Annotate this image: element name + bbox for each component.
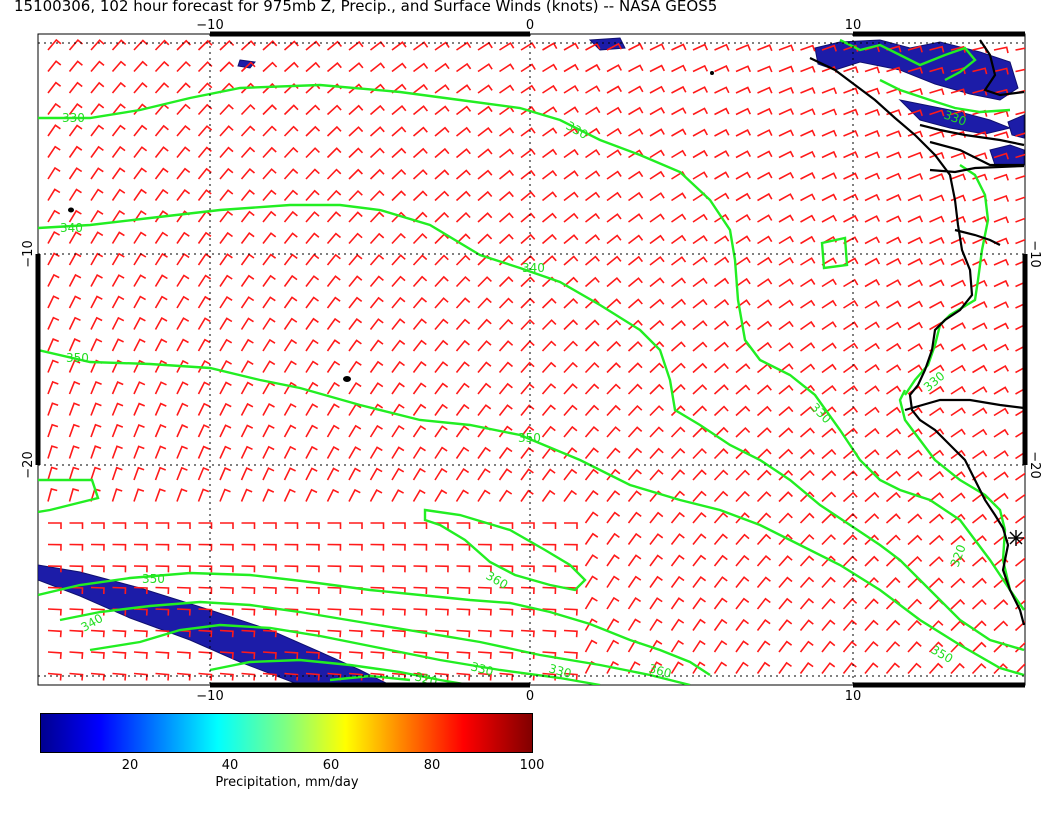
contour-label: 350 bbox=[518, 431, 541, 445]
lon-tick-top: 0 bbox=[526, 18, 534, 33]
colorbar-tick: 100 bbox=[519, 758, 545, 773]
lon-tick-bottom: −10 bbox=[196, 689, 223, 700]
lat-tick-left: −20 bbox=[21, 451, 36, 478]
lon-tick-top: 10 bbox=[845, 18, 862, 33]
lat-tick-right: −20 bbox=[1027, 451, 1042, 478]
colorbar-title: Precipitation, mm/day bbox=[215, 775, 359, 790]
contour-label: 350 bbox=[142, 572, 165, 586]
weather-map: 330 330 340 340 350 350 360 350 340 330 … bbox=[21, 18, 1042, 700]
contour-label: 330 bbox=[62, 111, 85, 125]
contour-label: 340 bbox=[522, 261, 545, 275]
colorbar-tick: 40 bbox=[221, 758, 239, 773]
lat-tick-right: −10 bbox=[1027, 240, 1042, 267]
contour-label: 340 bbox=[60, 221, 83, 235]
colorbar-tick: 20 bbox=[121, 758, 139, 773]
lat-tick-left: −10 bbox=[21, 240, 36, 267]
contour-label: 350 bbox=[66, 351, 89, 365]
precip-colorbar bbox=[40, 713, 533, 753]
lon-tick-top: −10 bbox=[196, 18, 223, 33]
lon-tick-bottom: 0 bbox=[526, 689, 534, 700]
colorbar-tick: 80 bbox=[423, 758, 441, 773]
station-marker bbox=[1008, 530, 1024, 546]
colorbar-tick: 60 bbox=[322, 758, 340, 773]
lon-tick-bottom: 10 bbox=[845, 689, 862, 700]
